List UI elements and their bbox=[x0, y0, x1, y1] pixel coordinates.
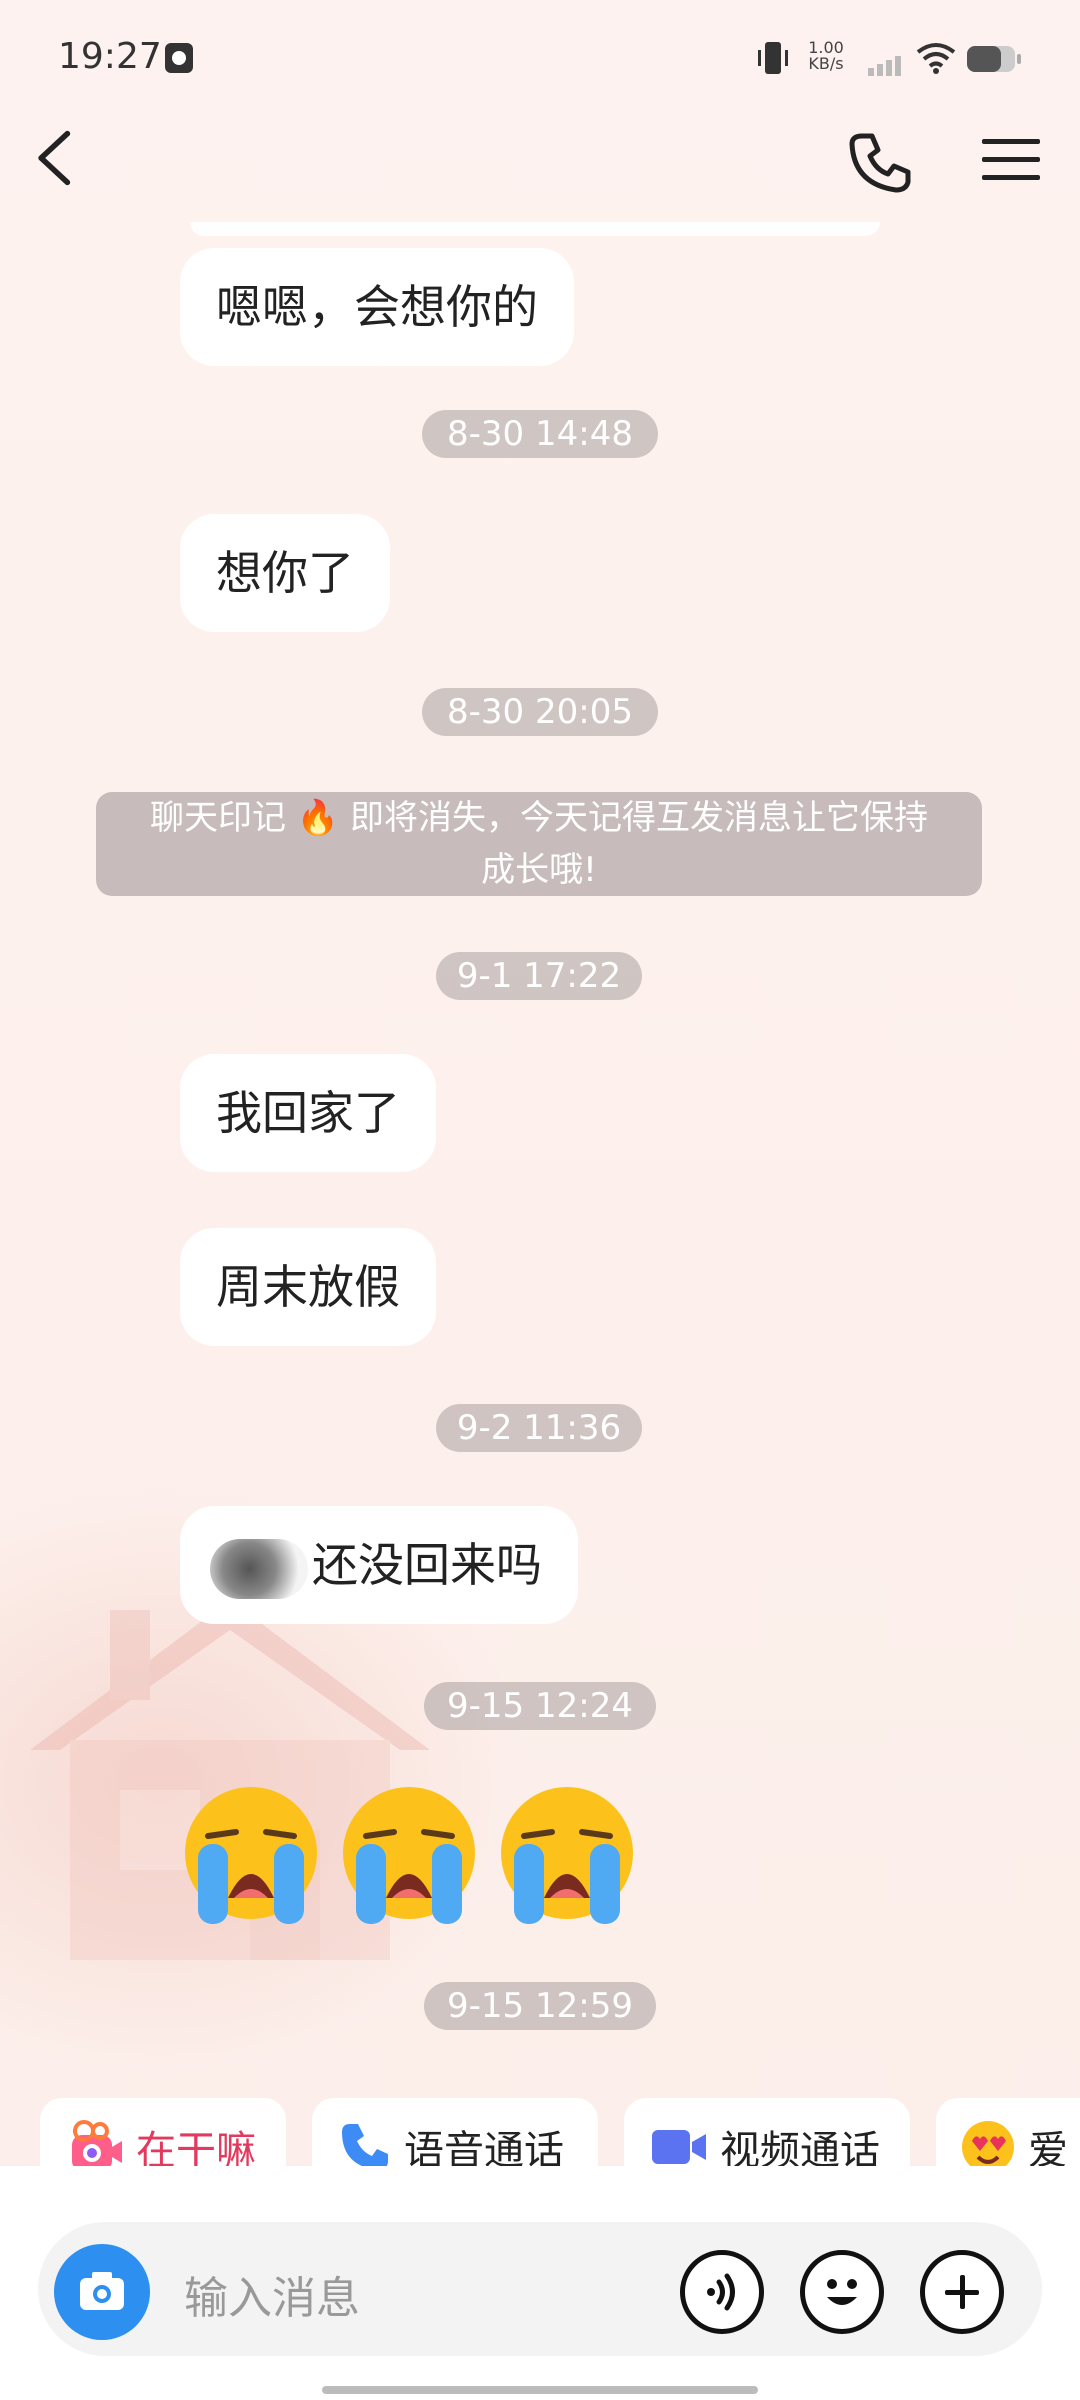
message-text: 想你了 bbox=[216, 546, 354, 600]
timestamp: 9-15 12:24 bbox=[424, 1682, 656, 1730]
network-speed-unit: KB/s bbox=[808, 54, 844, 73]
blurred-content bbox=[210, 1538, 308, 1599]
camera-button[interactable] bbox=[54, 2244, 150, 2340]
status-bar: 19:27 1.00 KB/s bbox=[0, 0, 1080, 120]
more-options-button[interactable] bbox=[920, 2250, 1004, 2334]
voice-call-button[interactable] bbox=[848, 130, 912, 194]
loudly-crying-face-icon bbox=[185, 1787, 317, 1924]
voice-input-button[interactable] bbox=[680, 2250, 764, 2334]
home-indicator[interactable] bbox=[322, 2386, 758, 2394]
previous-message-edge bbox=[190, 222, 880, 236]
network-speed: 1.00 KB/s bbox=[806, 40, 846, 72]
back-button[interactable] bbox=[28, 128, 88, 188]
message-bubble[interactable]: 想你了 bbox=[180, 514, 390, 632]
timestamp: 8-30 20:05 bbox=[422, 688, 658, 736]
message-text: 还没回来吗 bbox=[312, 1538, 542, 1592]
timestamp: 9-15 12:59 bbox=[424, 1982, 656, 2030]
message-text: 我回家了 bbox=[216, 1086, 400, 1140]
chat-streak-notice-line1: 聊天印记 🔥 即将消失，今天记得互发消息让它保持 bbox=[150, 798, 928, 838]
timestamp: 9-2 11:36 bbox=[436, 1404, 642, 1452]
chat-streak-notice-line2: 成长哦! bbox=[481, 850, 597, 890]
more-menu-button[interactable] bbox=[980, 135, 1042, 185]
message-text: 周末放假 bbox=[216, 1260, 400, 1314]
voice-wave-icon bbox=[707, 2273, 735, 2311]
camera-icon bbox=[80, 2272, 124, 2310]
emoji-button[interactable] bbox=[800, 2250, 884, 2334]
message-text: 嗯嗯，会想你的 bbox=[216, 280, 538, 334]
timestamp: 9-1 17:22 bbox=[436, 952, 642, 1000]
loudly-crying-face-icon bbox=[343, 1787, 475, 1924]
plus-icon bbox=[945, 2275, 979, 2309]
timestamp: 8-30 14:48 bbox=[422, 410, 658, 458]
loudly-crying-face-icon bbox=[501, 1787, 633, 1924]
wifi-icon bbox=[916, 43, 956, 74]
battery-icon bbox=[967, 46, 1021, 72]
message-bubble[interactable]: 嗯嗯，会想你的 bbox=[180, 248, 574, 366]
vibrate-icon bbox=[758, 42, 788, 74]
message-bubble[interactable]: 我回家了 bbox=[180, 1054, 436, 1172]
chat-streak-notice: 聊天印记 🔥 即将消失，今天记得互发消息让它保持 成长哦! bbox=[96, 792, 982, 896]
message-bubble[interactable]: 周末放假 bbox=[180, 1228, 436, 1346]
smiley-icon bbox=[827, 2279, 857, 2305]
message-input[interactable]: 输入消息 bbox=[184, 2262, 360, 2326]
app-notification-icon bbox=[165, 43, 193, 73]
cell-signal-icon bbox=[868, 56, 901, 76]
message-bubble[interactable]: 还没回来吗 bbox=[180, 1506, 578, 1624]
status-time: 19:27 bbox=[58, 36, 162, 77]
